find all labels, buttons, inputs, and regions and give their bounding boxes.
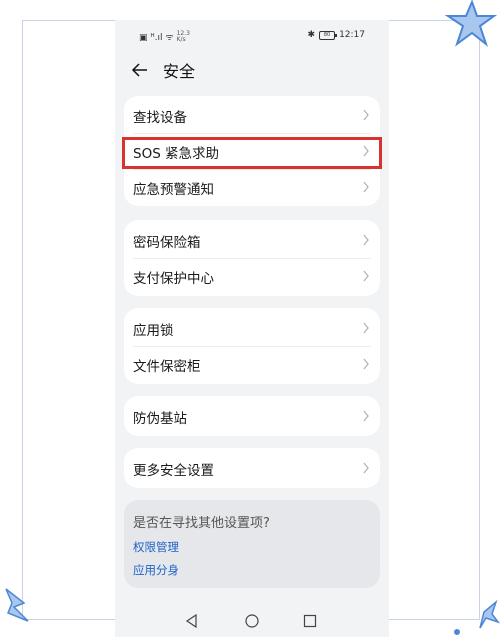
star-icon	[444, 0, 498, 47]
menu-item-label: 应急预警通知	[133, 182, 214, 198]
menu-item-more-security[interactable]: 更多安全设置	[124, 450, 380, 486]
settings-group: 应用锁 文件保密柜	[124, 308, 380, 384]
menu-item-label: 支付保护中心	[133, 271, 214, 287]
settings-group: 更多安全设置	[124, 448, 380, 488]
system-navigation-bar	[115, 605, 389, 637]
star-icon	[454, 629, 460, 635]
battery-icon: 80	[319, 30, 338, 40]
menu-item-app-lock[interactable]: 应用锁	[124, 310, 380, 346]
status-time: 12:17	[339, 30, 365, 40]
frame-border-left	[22, 20, 23, 620]
link-app-twin[interactable]: 应用分身	[133, 562, 179, 578]
menu-item-emergency-alerts[interactable]: 应急预警通知	[124, 169, 380, 205]
page-title: 安全	[163, 62, 196, 81]
back-triangle-icon[interactable]	[184, 613, 200, 629]
settings-group: 密码保险箱 支付保护中心	[124, 220, 380, 296]
chevron-right-icon	[363, 322, 369, 334]
phone-screen: ▣ ᴴ.ıl ᯤ 12.3 K/s ✱ 80 12:17 安全 查找设备 SOS…	[115, 20, 389, 637]
menu-item-label: 密码保险箱	[133, 235, 201, 251]
menu-item-label: 应用锁	[133, 323, 174, 339]
status-bar: ▣ ᴴ.ıl ᯤ 12.3 K/s ✱ 80 12:17	[115, 20, 389, 50]
menu-item-payment-protection[interactable]: 支付保护中心	[124, 258, 380, 294]
bluetooth-icon: ✱	[307, 30, 316, 40]
arrow-left-icon[interactable]	[131, 61, 149, 79]
suggestion-title: 是否在寻找其他设置项?	[133, 516, 270, 531]
star-icon	[479, 600, 500, 629]
menu-item-label: 文件保密柜	[133, 359, 201, 375]
frame-border-right	[479, 20, 480, 620]
page-header: 安全	[131, 58, 195, 82]
status-bar-right: ✱ 80 12:17	[308, 30, 365, 40]
recents-square-icon[interactable]	[302, 613, 318, 629]
chevron-right-icon	[363, 181, 369, 193]
link-permission-management[interactable]: 权限管理	[133, 539, 179, 555]
star-icon	[5, 588, 29, 622]
suggestion-card: 是否在寻找其他设置项? 权限管理 应用分身	[124, 500, 380, 588]
chevron-right-icon	[363, 410, 369, 422]
home-circle-icon[interactable]	[244, 613, 260, 629]
settings-group: 防伪基站	[124, 396, 380, 436]
menu-item-label: 查找设备	[133, 110, 187, 126]
chevron-right-icon	[363, 234, 369, 246]
menu-item-fake-base-station[interactable]: 防伪基站	[124, 398, 380, 434]
sos-highlight-box	[122, 137, 382, 169]
menu-item-password-vault[interactable]: 密码保险箱	[124, 222, 380, 258]
menu-item-find-device[interactable]: 查找设备	[124, 97, 380, 133]
status-bar-left: ▣ ᴴ.ıl ᯤ 12.3 K/s	[139, 30, 190, 43]
chevron-right-icon	[363, 109, 369, 121]
chevron-right-icon	[363, 462, 369, 474]
chevron-right-icon	[363, 270, 369, 282]
menu-item-label: 防伪基站	[133, 411, 187, 427]
signal-wifi-icon: ▣ ᴴ.ıl ᯤ	[139, 33, 174, 43]
menu-item-label: 更多安全设置	[133, 463, 214, 479]
network-speed: 12.3 K/s	[176, 29, 190, 43]
chevron-right-icon	[363, 358, 369, 370]
menu-item-file-safe[interactable]: 文件保密柜	[124, 346, 380, 382]
